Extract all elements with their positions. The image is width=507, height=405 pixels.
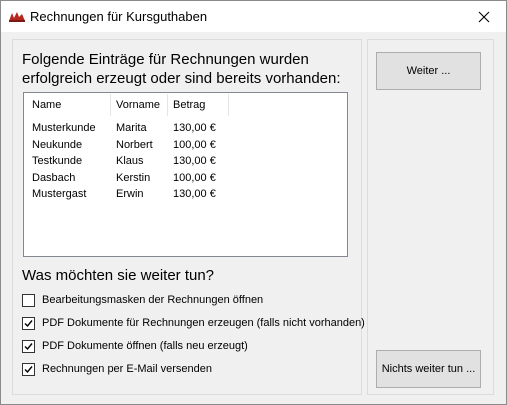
cell-betrag: 100,00 € [173,172,216,184]
app-logo-icon [8,10,26,23]
cell-betrag: 130,00 € [173,155,216,167]
option-label[interactable]: PDF Dokumente öffnen (falls neu erzeugt) [42,340,248,352]
close-icon[interactable] [462,1,506,32]
cell-name: Testkunde [32,155,83,167]
option-open-masks[interactable]: Bearbeitungsmasken der Rechnungen öffnen [22,292,263,308]
option-label[interactable]: Rechnungen per E-Mail versenden [42,363,212,375]
column-separator[interactable] [228,94,229,116]
checkbox-checked[interactable] [22,316,35,330]
invoice-list[interactable]: Name Vorname Betrag Musterkunde Marita 1… [23,92,348,257]
cell-name: Mustergast [32,188,87,200]
cell-betrag: 130,00 € [173,188,216,200]
intro-text: Folgende Einträge für Rechnungen wurden … [22,51,341,87]
option-label[interactable]: Bearbeitungsmasken der Rechnungen öffnen [42,294,263,306]
checkbox-checked[interactable] [22,362,35,376]
option-label[interactable]: PDF Dokumente für Rechnungen erzeugen (f… [42,317,365,329]
do-nothing-button[interactable]: Nichts weiter tun ... [376,350,481,388]
column-header-name[interactable]: Name [32,99,61,111]
option-open-pdf[interactable]: PDF Dokumente öffnen (falls neu erzeugt) [22,338,248,354]
checkbox-unchecked[interactable] [22,293,35,307]
cell-name: Dasbach [32,172,76,184]
title-bar[interactable]: Rechnungen für Kursguthaben [1,1,506,32]
button-panel [367,39,494,395]
checkbox-checked[interactable] [22,339,35,353]
cell-name: Neukunde [32,139,83,151]
checkmark-icon [24,365,33,373]
option-send-email[interactable]: Rechnungen per E-Mail versenden [22,361,212,377]
column-separator[interactable] [167,94,168,116]
column-header-vorname[interactable]: Vorname [116,99,160,111]
cell-vorname: Kerstin [116,172,151,184]
cell-name: Musterkunde [32,122,96,134]
question-heading: Was möchten sie weiter tun? [22,267,215,284]
cell-betrag: 130,00 € [173,122,216,134]
cell-vorname: Norbert [116,139,153,151]
column-separator[interactable] [110,94,111,116]
cell-vorname: Marita [116,122,147,134]
option-create-pdf[interactable]: PDF Dokumente für Rechnungen erzeugen (f… [22,315,365,331]
cell-betrag: 100,00 € [173,139,216,151]
cell-vorname: Klaus [116,155,144,167]
next-button[interactable]: Weiter ... [376,52,481,90]
cell-vorname: Erwin [116,188,144,200]
window-title: Rechnungen für Kursguthaben [30,9,208,24]
column-header-betrag[interactable]: Betrag [173,99,205,111]
checkmark-icon [24,319,33,327]
checkmark-icon [24,342,33,350]
